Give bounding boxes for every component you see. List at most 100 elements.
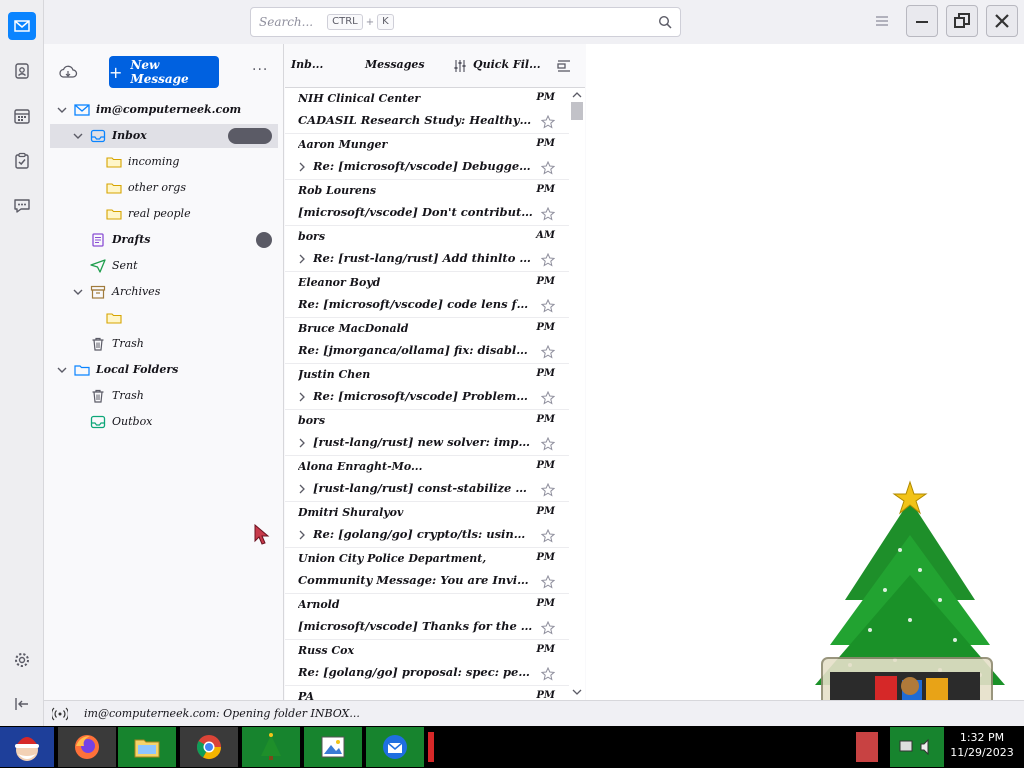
message-card[interactable]: Rob Lourens PM [microsoft/vscode] Don't co… — [285, 180, 569, 226]
taskbar-thunderbird[interactable] — [366, 727, 424, 767]
minimize-button[interactable] — [906, 5, 938, 37]
star-icon[interactable] — [541, 391, 555, 405]
folder-drafts[interactable]: Drafts — [50, 228, 278, 252]
folder-other-orgs[interactable]: other orgs — [50, 176, 278, 200]
collapse-spaces-icon[interactable] — [8, 690, 36, 718]
thread-expand-icon[interactable] — [297, 161, 307, 173]
star-icon[interactable] — [541, 667, 555, 681]
message-subject: [rust-lang/rust] new solver: improve coi… — [313, 435, 533, 449]
star-icon[interactable] — [541, 483, 555, 497]
title-bar: Search... CTRL + K — [44, 0, 1024, 44]
chat-icon[interactable] — [8, 192, 36, 220]
restore-button[interactable] — [946, 5, 978, 37]
message-subject: Re: [microsoft/vscode] Debugger console.… — [313, 159, 533, 173]
folder-inbox[interactable]: Inbox — [50, 124, 278, 148]
thread-expand-icon[interactable] — [297, 529, 307, 541]
message-card[interactable]: Russ Cox PM Re: [golang/go] proposal: spec… — [285, 640, 569, 686]
folder-pane-more-button[interactable]: ··· — [252, 62, 268, 78]
folder-outbox[interactable]: Outbox — [50, 410, 278, 434]
folder-sent[interactable]: Sent — [50, 254, 278, 278]
tree-icon — [261, 733, 281, 760]
message-time: PM — [536, 506, 555, 517]
chevron-down-icon[interactable] — [56, 104, 68, 116]
display-options-icon[interactable] — [557, 59, 571, 73]
thread-expand-icon[interactable] — [297, 391, 307, 403]
scroll-down-icon[interactable] — [572, 688, 582, 696]
taskbar-tree-app[interactable] — [242, 727, 300, 767]
taskbar-firefox[interactable] — [58, 727, 116, 767]
folder-icon — [106, 183, 122, 194]
christmas-tree-gadget — [815, 480, 1005, 717]
get-messages-cloud-icon[interactable] — [58, 64, 78, 80]
message-card[interactable]: bors PM [rust-lang/rust] new solver: impro… — [285, 410, 569, 456]
star-icon[interactable] — [541, 529, 555, 543]
star-icon[interactable] — [541, 253, 555, 267]
star-icon[interactable] — [541, 161, 555, 175]
star-icon[interactable] — [541, 115, 555, 129]
folder-archive-year[interactable] — [50, 306, 278, 330]
message-card[interactable]: Bruce MacDonald PM Re: [jmorganca/ollama] … — [285, 318, 569, 364]
thread-expand-icon[interactable] — [297, 483, 307, 495]
quick-filter-button[interactable]: Quick Fil... — [473, 58, 541, 71]
message-list-scrollbar[interactable] — [569, 88, 585, 700]
message-card[interactable]: Union City Police Department, GA PM Commun… — [285, 548, 569, 594]
thread-expand-icon[interactable] — [297, 437, 307, 449]
new-message-button[interactable]: + New Message — [109, 56, 219, 88]
message-sender: Aaron Munger — [298, 138, 388, 151]
start-button[interactable] — [0, 727, 54, 767]
folder-real-people[interactable]: real people — [50, 202, 278, 226]
message-card[interactable]: Dmitri Shuralyov PM Re: [golang/go] crypto… — [285, 502, 569, 548]
message-subject: CADASIL Research Study: Healthy ... — [298, 113, 533, 127]
tasks-icon[interactable] — [8, 147, 36, 175]
star-icon[interactable] — [541, 575, 555, 589]
folder-incoming[interactable]: incoming — [50, 150, 278, 174]
star-icon[interactable] — [541, 207, 555, 221]
folder-local-trash[interactable]: Trash — [50, 384, 278, 408]
message-card[interactable]: Eleanor Boyd PM Re: [microsoft/vscode] cod… — [285, 272, 569, 318]
star-icon[interactable] — [541, 621, 555, 635]
hamburger-menu-icon[interactable] — [874, 14, 890, 28]
restore-icon — [954, 13, 970, 28]
local-folders-icon — [74, 365, 90, 376]
taskbar-chrome[interactable] — [180, 727, 238, 767]
folder-local-folders[interactable]: Local Folders — [50, 358, 278, 382]
taskbar-image-viewer[interactable] — [304, 727, 362, 767]
firefox-icon — [75, 735, 99, 759]
system-tray[interactable] — [890, 727, 944, 767]
chevron-down-icon[interactable] — [72, 130, 84, 142]
address-book-icon[interactable] — [8, 57, 36, 85]
message-time: PM — [536, 276, 555, 287]
chevron-down-icon[interactable] — [56, 364, 68, 376]
message-subject: Re: [rust-lang/rust] Add thinlto support… — [313, 251, 533, 265]
quick-filter-icon[interactable] — [453, 59, 467, 73]
message-subject: Re: [jmorganca/ollama] fix: disable ':' … — [298, 343, 533, 357]
star-icon[interactable] — [541, 345, 555, 359]
tray-icon-flag[interactable] — [856, 732, 878, 762]
folder-archives[interactable]: Archives — [50, 280, 278, 304]
message-card[interactable]: NIH Clinical Center PM CADASIL Research St… — [285, 88, 569, 134]
scroll-up-icon[interactable] — [572, 91, 582, 99]
scrollbar-thumb[interactable] — [571, 102, 583, 120]
close-button[interactable] — [986, 5, 1018, 37]
folder-trash[interactable]: Trash — [50, 332, 278, 356]
folder-account[interactable]: im@computerneek.com — [50, 98, 278, 122]
calendar-icon[interactable] — [8, 102, 36, 130]
message-card[interactable]: bors AM Re: [rust-lang/rust] Add thinlto s… — [285, 226, 569, 272]
taskbar-file-manager[interactable] — [118, 727, 176, 767]
message-card[interactable]: Aaron Munger PM Re: [microsoft/vscode] Deb… — [285, 134, 569, 180]
star-icon[interactable] — [541, 299, 555, 313]
search-input[interactable]: Search... CTRL + K — [250, 7, 681, 37]
message-card[interactable]: Alona Enraght-Mo... PM [rust-lang/rust] co… — [285, 456, 569, 502]
folder-label: Drafts — [112, 233, 151, 246]
mail-icon[interactable] — [8, 12, 36, 40]
search-icon[interactable] — [658, 15, 672, 29]
thread-expand-icon[interactable] — [297, 253, 307, 265]
taskbar-clock[interactable]: 1:32 PM 11/29/2023 — [944, 730, 1020, 760]
chevron-down-icon[interactable] — [72, 286, 84, 298]
message-card[interactable]: Arnold PM [microsoft/vscode] Thanks for th… — [285, 594, 569, 640]
star-icon[interactable] — [541, 437, 555, 451]
settings-gear-icon[interactable] — [8, 646, 36, 674]
message-time: PM — [536, 460, 555, 471]
message-card[interactable]: Justin Chen PM Re: [microsoft/vscode] Prob… — [285, 364, 569, 410]
plus-icon: + — [109, 62, 123, 82]
